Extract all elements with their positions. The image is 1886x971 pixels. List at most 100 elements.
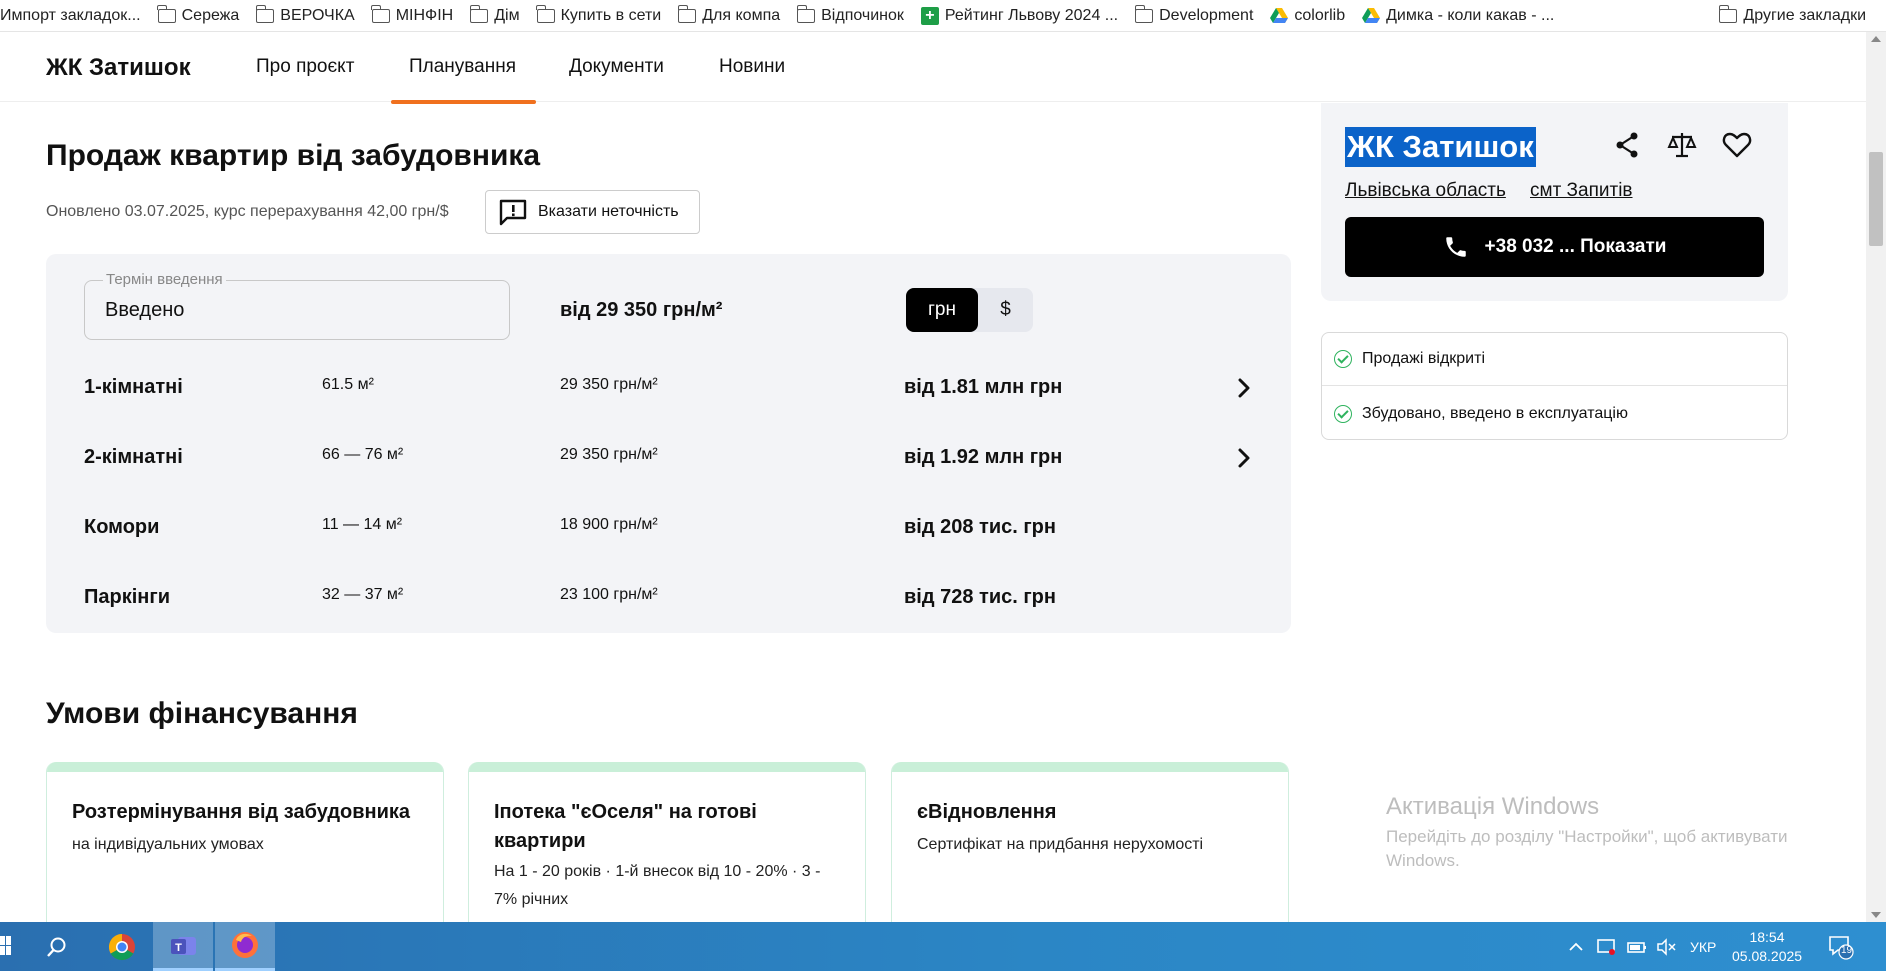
chevron-right-icon[interactable] [1230,444,1258,472]
tray-battery[interactable] [1626,922,1648,971]
price-panel: Термін введення Введено від 29 350 грн/м… [46,254,1291,633]
tray-show-hidden-icons[interactable] [1568,922,1584,971]
other-bookmarks[interactable]: Другие закладки [1710,0,1874,32]
taskbar-firefox[interactable] [215,922,275,971]
row-total-price: від 1.81 млн грн [904,376,1063,398]
status-item-sales-open: Продажі відкриті [1322,333,1787,386]
row-price-per-m2: 23 100 грн/м² [560,586,658,603]
show-phone-button[interactable]: +38 032 ... Показати [1345,217,1764,277]
bookmark-label: Сережа [181,6,240,24]
chevron-right-icon[interactable] [1230,374,1258,402]
card-title: Іпотека "єОселя" на готові квартири [494,801,757,852]
notification-center-button[interactable]: 19 [1826,932,1854,960]
other-bookmarks-label: Другие закладки [1743,7,1866,24]
search-icon [47,937,66,957]
row-category: 2-кімнатні [84,446,183,468]
price-row-storage: Комори 11 — 14 м² 18 900 грн/м² від 208 … [84,492,1264,562]
bookmark-folder[interactable]: Development [1126,0,1261,32]
bookmark-label: Димка - коли какав - ... [1386,6,1555,24]
bookmark-folder[interactable]: ВЕРОЧКА [247,0,362,32]
google-drive-icon [1270,7,1289,23]
tray-network[interactable] [1596,922,1618,971]
bookmark-link[interactable]: + Рейтинг Львову 2024 ... [912,0,1126,32]
scroll-down-arrow-icon[interactable] [1871,912,1881,918]
bookmark-label: colorlib [1294,6,1346,24]
tray-language[interactable]: УКР [1690,922,1716,971]
completion-term-select[interactable]: Термін введення Введено [84,271,510,340]
row-price-per-m2: 18 900 грн/м² [560,516,658,533]
report-inaccuracy-label: Вказати неточність [538,203,679,220]
teams-icon: T [171,937,196,955]
row-category: 1-кімнатні [84,376,183,398]
scrollbar-thumb[interactable] [1869,152,1883,246]
heart-icon[interactable] [1721,129,1753,161]
currency-usd-option[interactable]: $ [978,288,1033,332]
bookmark-link[interactable]: colorlib [1261,0,1353,32]
chevron-up-icon [1569,942,1583,951]
bookmark-import[interactable]: Импорт закладок... [0,0,149,32]
bookmark-label: Відпочинок [821,6,904,24]
chrome-icon [108,933,135,960]
financing-title: Умови фінансування [46,697,358,730]
bookmark-folder[interactable]: Купить в сети [528,0,670,32]
row-area: 32 — 37 м² [322,586,404,603]
row-area: 11 — 14 м² [322,516,403,533]
windows-activation-watermark: Активація Windows Перейдіть до розділу "… [1386,793,1806,873]
compare-scales-icon[interactable] [1666,129,1698,161]
bookmark-link[interactable]: Димка - коли какав - ... [1353,0,1562,32]
scroll-up-arrow-icon[interactable] [1871,36,1881,42]
price-row-1-room[interactable]: 1-кімнатні 61.5 м² 29 350 грн/м² від 1.8… [84,352,1264,422]
status-list: Продажі відкриті Збудовано, введено в ек… [1321,332,1788,440]
complex-title[interactable]: ЖК Затишок [1345,127,1536,167]
windows-start-icon[interactable] [0,936,12,956]
bookmark-label: Development [1159,6,1254,24]
bookmark-folder[interactable]: Відпочинок [788,0,912,32]
bookmark-folder[interactable]: Сережа [149,0,248,32]
watermark-subtitle: Перейдіть до розділу "Настройки", щоб ак… [1386,827,1788,870]
folder-icon [677,4,697,23]
check-circle-icon [1334,404,1352,423]
price-row-2-room[interactable]: 2-кімнатні 66 — 76 м² 29 350 грн/м² від … [84,422,1264,492]
page-title: Продаж квартир від забудовника [46,139,541,172]
completion-term-legend: Термін введення [103,271,226,288]
folder-icon [1134,4,1154,23]
nav-item-about[interactable]: Про проєкт [256,56,354,78]
taskbar-search-button[interactable] [27,922,87,971]
tray-volume[interactable] [1656,922,1678,971]
bookmark-folder[interactable]: Для компа [669,0,788,32]
bookmark-label: Импорт закладок... [0,6,141,24]
clock-time: 18:54 [1749,929,1785,945]
region-link[interactable]: Львівська область [1345,180,1506,202]
bookmark-folder[interactable]: Дім [461,0,527,32]
windows-taskbar: T УКР 18:54 05.08.2025 19 [0,922,1886,971]
page-scrollbar[interactable] [1866,32,1886,922]
show-phone-label: +38 032 ... Показати [1484,236,1667,257]
status-text: Збудовано, введено в експлуатацію [1362,404,1628,422]
card-title: єВідновлення [917,801,1057,823]
folder-icon [535,4,555,23]
taskbar-chrome[interactable] [92,922,152,971]
updated-info: Оновлено 03.07.2025, курс перерахування … [46,203,449,220]
bookmark-label: Для компа [702,6,781,24]
watermark-title: Активація Windows [1386,793,1600,820]
row-total-price: від 728 тис. грн [904,586,1056,608]
svg-text:T: T [175,942,182,954]
bookmark-folder[interactable]: МІНФІН [363,0,462,32]
taskbar-teams[interactable]: T [153,922,213,971]
town-link[interactable]: смт Запитів [1530,180,1633,202]
tray-clock[interactable]: 18:54 05.08.2025 [1732,928,1802,966]
nav-item-documents[interactable]: Документи [569,56,664,78]
folder-icon [371,4,390,23]
row-price-per-m2: 29 350 грн/м² [560,376,658,393]
report-inaccuracy-button[interactable]: Вказати неточність [485,190,700,234]
complex-sidebar: ЖК Затишок Львівська область смт Запитів… [1321,103,1788,301]
nav-item-news[interactable]: Новини [719,56,785,78]
site-logo[interactable]: ЖК Затишок [46,54,191,82]
currency-uah-option[interactable]: грн [906,288,978,332]
bookmark-label: Купить в сети [560,6,662,24]
nav-item-planning[interactable]: Планування [390,56,537,104]
share-icon[interactable] [1611,129,1643,161]
bookmark-label: Рейтинг Львову 2024 ... [944,6,1119,24]
notification-count: 19 [1840,945,1853,956]
completion-term-value: Введено [105,299,185,321]
